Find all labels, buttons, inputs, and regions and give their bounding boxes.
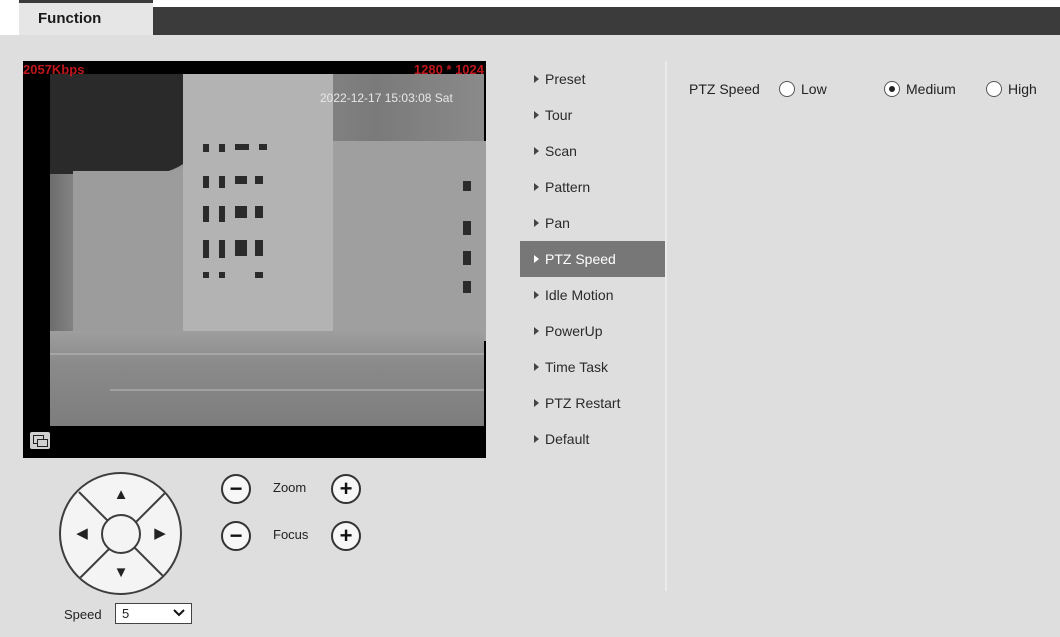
speed-select-value: 5: [122, 606, 130, 621]
ptz-direction-pad: ▲ ▼ ◀ ▶: [59, 472, 182, 595]
video-building: [73, 171, 185, 356]
radio-medium-circle[interactable]: [884, 81, 900, 97]
window-mode-icon[interactable]: [30, 432, 50, 449]
menu-item-idle-motion[interactable]: Idle Motion: [520, 277, 666, 313]
video-ground: [50, 331, 484, 426]
menu-divider: [665, 61, 667, 591]
triangle-right-icon: [534, 291, 539, 300]
menu-item-time-task[interactable]: Time Task: [520, 349, 666, 385]
video-building: [333, 141, 486, 341]
triangle-right-icon: [534, 399, 539, 408]
menu-item-scan[interactable]: Scan: [520, 133, 666, 169]
menu-item-ptz-restart[interactable]: PTZ Restart: [520, 385, 666, 421]
pan-auto-button[interactable]: [101, 514, 141, 554]
pan-up-button[interactable]: ▲: [106, 480, 136, 510]
resolution-overlay: 1280 * 1024: [413, 62, 484, 77]
speed-label: Speed: [64, 607, 102, 622]
radio-low-label: Low: [801, 81, 827, 97]
radio-medium-label: Medium: [906, 81, 956, 97]
triangle-right-icon: [534, 75, 539, 84]
radio-low-circle[interactable]: [779, 81, 795, 97]
triangle-right-icon: [534, 147, 539, 156]
tab-function-label: Function: [38, 10, 102, 27]
pan-down-button[interactable]: ▼: [106, 558, 136, 588]
triangle-right-icon: [534, 111, 539, 120]
radio-high-circle[interactable]: [986, 81, 1002, 97]
pan-right-button[interactable]: ▶: [145, 519, 175, 549]
speed-select[interactable]: 5: [115, 603, 192, 624]
triangle-right-icon: [534, 363, 539, 372]
tab-function[interactable]: Function: [19, 0, 153, 35]
radio-high-label: High: [1008, 81, 1037, 97]
menu-item-preset[interactable]: Preset: [520, 61, 666, 97]
menu-item-tour[interactable]: Tour: [520, 97, 666, 133]
ptz-speed-label: PTZ Speed: [689, 81, 760, 97]
arrow-down-icon: ▼: [113, 564, 129, 581]
zoom-out-button[interactable]: −: [221, 474, 251, 504]
bitrate-overlay: 2057Kbps: [23, 62, 85, 77]
arrow-right-icon: ▶: [154, 525, 166, 542]
triangle-right-icon: [534, 435, 539, 444]
zoom-in-button[interactable]: +: [331, 474, 361, 504]
focus-label: Focus: [273, 527, 309, 542]
arrow-up-icon: ▲: [113, 486, 129, 503]
chevron-down-icon: [173, 609, 185, 617]
tab-bar-background: [153, 7, 1060, 35]
video-toolbar: [23, 426, 486, 458]
menu-item-pan[interactable]: Pan: [520, 205, 666, 241]
live-video[interactable]: 2057Kbps 1280 * 1024 2022-12-17 15:03:08…: [23, 61, 486, 458]
triangle-right-icon: [534, 327, 539, 336]
timestamp-overlay: 2022-12-17 15:03:08 Sat: [320, 91, 453, 105]
menu-item-pattern[interactable]: Pattern: [520, 169, 666, 205]
triangle-right-icon: [534, 219, 539, 228]
menu-item-ptz-speed[interactable]: PTZ Speed: [520, 241, 666, 277]
triangle-right-icon: [534, 183, 539, 192]
focus-near-button[interactable]: −: [221, 521, 251, 551]
pan-left-button[interactable]: ◀: [67, 519, 97, 549]
arrow-left-icon: ◀: [76, 525, 88, 542]
function-menu: Preset Tour Scan Pattern Pan PTZ Speed I…: [520, 61, 666, 457]
menu-item-powerup[interactable]: PowerUp: [520, 313, 666, 349]
focus-far-button[interactable]: +: [331, 521, 361, 551]
triangle-right-icon: [534, 255, 539, 264]
video-building: [183, 74, 333, 334]
zoom-label: Zoom: [273, 480, 307, 495]
menu-item-default[interactable]: Default: [520, 421, 666, 457]
top-tab-bar: Function: [0, 0, 1060, 35]
